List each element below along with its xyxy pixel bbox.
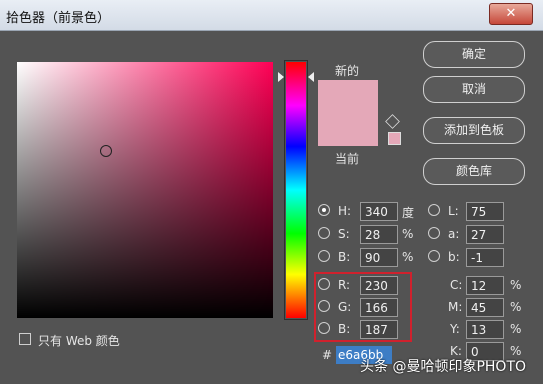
magenta-field[interactable]: 45 <box>466 298 504 317</box>
cyan-unit: % <box>510 278 522 292</box>
cyan-field[interactable]: 12 <box>466 276 504 295</box>
hue-slider-left-arrow-icon[interactable] <box>278 72 284 82</box>
yellow-unit: % <box>510 322 522 336</box>
lab-b-radio[interactable] <box>428 250 440 262</box>
red-field[interactable]: 230 <box>360 276 398 295</box>
saturation-radio[interactable] <box>318 227 330 239</box>
yellow-label: Y: <box>450 322 460 336</box>
lab-a-field[interactable]: 27 <box>466 225 504 244</box>
saturation-field[interactable]: 28 <box>360 225 398 244</box>
brightness-label: B: <box>338 250 351 264</box>
lab-a-label: a: <box>448 227 460 241</box>
new-color-label: 新的 <box>335 64 360 78</box>
yellow-field[interactable]: 13 <box>466 320 504 339</box>
close-button[interactable]: ✕ <box>489 3 533 25</box>
lab-l-radio[interactable] <box>428 204 440 216</box>
web-colors-only-label: 只有 Web 颜色 <box>38 334 120 348</box>
blue-radio[interactable] <box>318 322 330 334</box>
lab-l-label: L: <box>448 204 459 218</box>
current-color-swatch[interactable] <box>318 114 378 146</box>
cancel-button[interactable]: 取消 <box>423 76 525 103</box>
add-to-swatches-button[interactable]: 添加到色板 <box>423 117 525 144</box>
blue-field[interactable]: 187 <box>360 320 398 339</box>
saturation-label: S: <box>338 227 350 241</box>
green-field[interactable]: 166 <box>360 298 398 317</box>
web-safe-swatch[interactable] <box>388 132 401 145</box>
hue-label: H: <box>338 204 352 218</box>
web-colors-only-checkbox[interactable] <box>19 333 31 345</box>
hue-slider-right-arrow-icon[interactable] <box>308 72 314 82</box>
lab-b-label: b: <box>448 250 460 264</box>
saturation-brightness-field[interactable] <box>17 62 273 318</box>
hue-field[interactable]: 340 <box>360 202 398 221</box>
color-picker-circle[interactable] <box>100 145 112 157</box>
brightness-unit: % <box>402 250 414 264</box>
magenta-label: M: <box>448 300 463 314</box>
gamut-warning-cube-icon[interactable] <box>385 114 400 129</box>
hue-slider[interactable] <box>286 62 306 318</box>
saturation-unit: % <box>402 227 414 241</box>
blue-label: B: <box>338 322 351 336</box>
hue-radio[interactable] <box>318 204 330 216</box>
color-libraries-button[interactable]: 颜色库 <box>423 158 525 185</box>
current-color-label: 当前 <box>335 152 360 166</box>
lab-a-radio[interactable] <box>428 227 440 239</box>
cyan-label: C: <box>450 278 463 292</box>
red-label: R: <box>338 278 351 292</box>
green-label: G: <box>338 300 352 314</box>
new-color-swatch <box>318 80 378 114</box>
magenta-unit: % <box>510 300 522 314</box>
red-radio[interactable] <box>318 278 330 290</box>
window-title: 拾色器（前景色） <box>6 11 111 26</box>
watermark: 头条 @曼哈顿印象PHOTO <box>360 359 527 375</box>
lab-l-field[interactable]: 75 <box>466 202 504 221</box>
brightness-field[interactable]: 90 <box>360 248 398 267</box>
hex-label: # <box>322 348 333 362</box>
brightness-radio[interactable] <box>318 250 330 262</box>
hue-unit: 度 <box>402 206 415 220</box>
lab-b-field[interactable]: -1 <box>466 248 504 267</box>
ok-button[interactable]: 确定 <box>423 41 525 68</box>
green-radio[interactable] <box>318 300 330 312</box>
title-bar: 拾色器（前景色） ✕ <box>0 0 543 31</box>
